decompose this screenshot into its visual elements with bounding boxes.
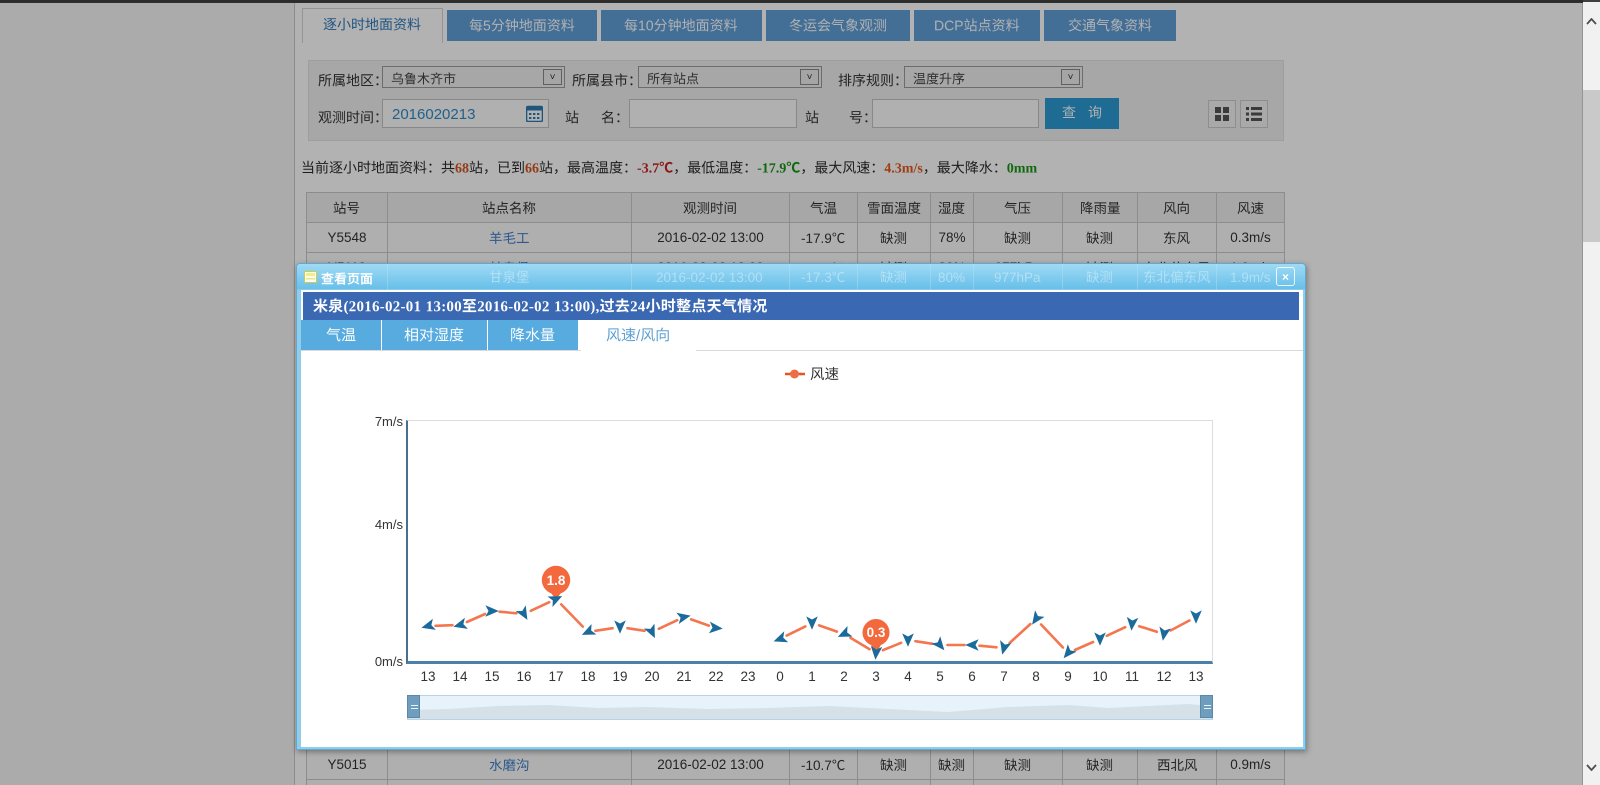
svg-text:1.8: 1.8 <box>547 573 566 588</box>
svg-text:0.3: 0.3 <box>867 625 886 640</box>
